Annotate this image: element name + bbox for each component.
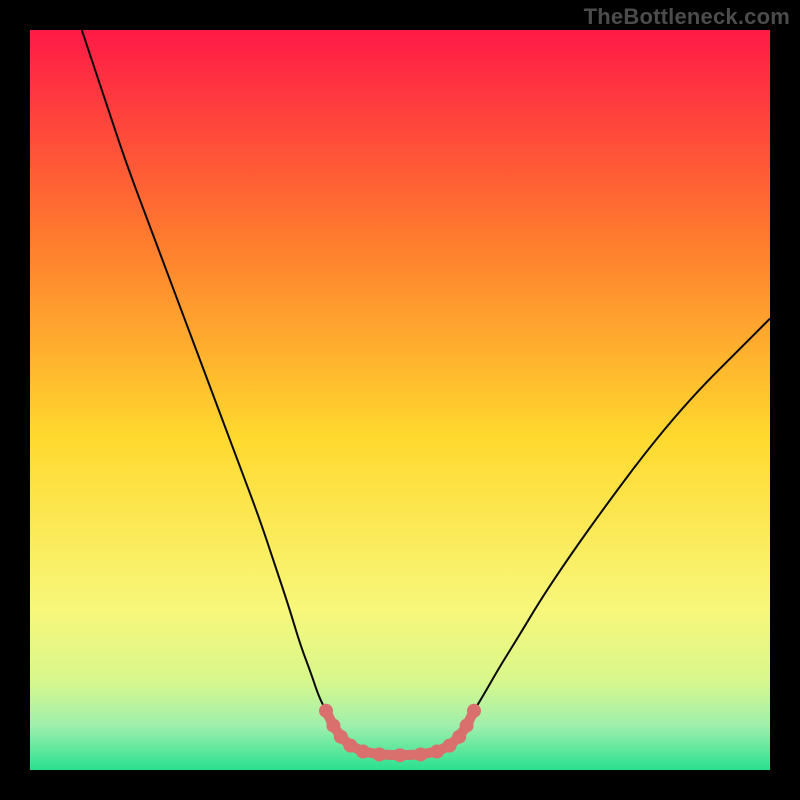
- trough-dot: [467, 704, 481, 718]
- gradient-background: [30, 30, 770, 770]
- trough-dot: [430, 745, 444, 759]
- trough-dot: [414, 747, 428, 761]
- bottleneck-chart: [30, 30, 770, 770]
- watermark-text: TheBottleneck.com: [584, 4, 790, 30]
- trough-dot: [372, 747, 386, 761]
- trough-dot: [319, 704, 333, 718]
- trough-dot: [460, 719, 474, 733]
- trough-dot: [356, 745, 370, 759]
- trough-dot: [343, 739, 357, 753]
- trough-dot: [393, 748, 407, 762]
- plot-area: [30, 30, 770, 770]
- chart-frame: TheBottleneck.com: [0, 0, 800, 800]
